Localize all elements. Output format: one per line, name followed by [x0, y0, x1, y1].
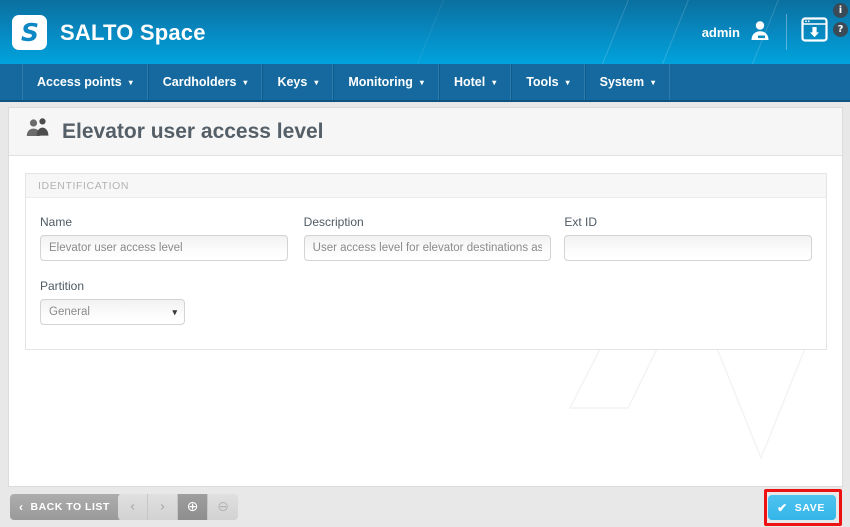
ext-id-input[interactable]	[564, 235, 813, 261]
logo-mark: S	[12, 15, 47, 50]
nav-label: Tools	[526, 75, 559, 89]
header-decoration-line	[402, 0, 456, 64]
previous-record-button[interactable]: ‹	[118, 494, 148, 520]
chevron-down-icon: ▾	[492, 78, 497, 87]
nav-item-hotel[interactable]: Hotel ▾	[438, 64, 512, 100]
field-ext-id: Ext ID	[564, 215, 813, 261]
chevron-down-icon: ▾	[314, 78, 319, 87]
users-icon	[25, 117, 52, 146]
name-input[interactable]	[40, 235, 288, 261]
main-navigation: Access points ▾ Cardholders ▾ Keys ▾ Mon…	[0, 64, 850, 102]
nav-label: System	[599, 75, 645, 89]
nav-label: Cardholders	[162, 75, 237, 89]
page-title-bar: Elevator user access level	[9, 108, 842, 156]
ext-id-label: Ext ID	[564, 215, 598, 229]
check-icon: ✔	[777, 500, 788, 515]
nav-item-keys[interactable]: Keys ▾	[262, 64, 334, 100]
field-description: Description	[303, 215, 552, 261]
bottom-toolbar: ‹ BACK TO LIST ‹ › ⊕ ⊖ ✔ SAVE	[0, 487, 850, 527]
next-record-button[interactable]: ›	[148, 494, 178, 520]
partition-select[interactable]: General	[40, 299, 185, 325]
field-partition: Partition General ▾	[40, 279, 185, 325]
name-label: Name	[40, 215, 73, 229]
form-row-secondary: Partition General ▾	[26, 279, 826, 325]
add-record-button[interactable]: ⊕	[178, 494, 208, 520]
remove-record-button[interactable]: ⊖	[208, 494, 238, 520]
header-divider	[786, 14, 787, 50]
chevron-down-icon: ▾	[128, 78, 133, 87]
identification-panel: IDENTIFICATION Name Description Ext ID	[25, 173, 827, 350]
content-card: Elevator user access level IDENTIFICATIO…	[8, 107, 843, 487]
brand-logo[interactable]: S SALTO Space	[12, 15, 206, 50]
user-avatar-icon[interactable]	[748, 18, 772, 47]
form-row-primary: Name Description Ext ID	[26, 215, 826, 261]
header-user-area: admin	[702, 0, 828, 64]
nav-item-cardholders[interactable]: Cardholders ▾	[147, 64, 263, 100]
help-icon[interactable]: ?	[833, 22, 848, 37]
nav-label: Access points	[37, 75, 122, 89]
salto-space-app: S SALTO Space admin i ? Access points ▾ …	[0, 0, 850, 527]
brand-name: SALTO Space	[60, 19, 206, 45]
nav-item-system[interactable]: System ▾	[584, 64, 671, 100]
record-navigation-group: ‹ › ⊕ ⊖	[118, 494, 238, 520]
corner-icon-group: i ?	[833, 3, 848, 37]
panel-title: IDENTIFICATION	[38, 179, 130, 192]
partition-label: Partition	[40, 279, 85, 293]
nav-item-access-points[interactable]: Access points ▾	[22, 64, 148, 100]
chevron-down-icon: ▾	[419, 78, 424, 87]
chevron-left-icon: ‹	[19, 500, 24, 514]
logo-letter: S	[20, 18, 39, 47]
description-input[interactable]	[303, 235, 552, 261]
panel-header: IDENTIFICATION	[26, 174, 826, 198]
download-window-icon[interactable]	[801, 17, 828, 47]
description-label: Description	[303, 215, 364, 229]
nav-label: Hotel	[453, 75, 486, 89]
nav-label: Monitoring	[348, 75, 413, 89]
save-label: SAVE	[794, 501, 825, 514]
page-title: Elevator user access level	[62, 119, 324, 143]
save-button[interactable]: ✔ SAVE	[768, 495, 836, 520]
chevron-down-icon: ▾	[565, 78, 570, 87]
chevron-down-icon: ▾	[243, 78, 248, 87]
info-icon[interactable]: i	[833, 3, 848, 18]
header-decoration-line	[587, 0, 641, 64]
header-decoration-line	[647, 0, 701, 64]
partition-select-wrap: General ▾	[40, 299, 185, 325]
nav-item-monitoring[interactable]: Monitoring ▾	[333, 64, 439, 100]
chevron-down-icon: ▾	[651, 78, 656, 87]
app-header: S SALTO Space admin i ?	[0, 0, 850, 64]
field-name: Name	[40, 215, 288, 261]
nav-label: Keys	[277, 75, 308, 89]
back-to-list-button[interactable]: ‹ BACK TO LIST	[10, 494, 122, 520]
user-name-label: admin	[701, 24, 740, 40]
nav-item-tools[interactable]: Tools ▾	[511, 64, 585, 100]
back-to-list-label: BACK TO LIST	[30, 501, 110, 513]
